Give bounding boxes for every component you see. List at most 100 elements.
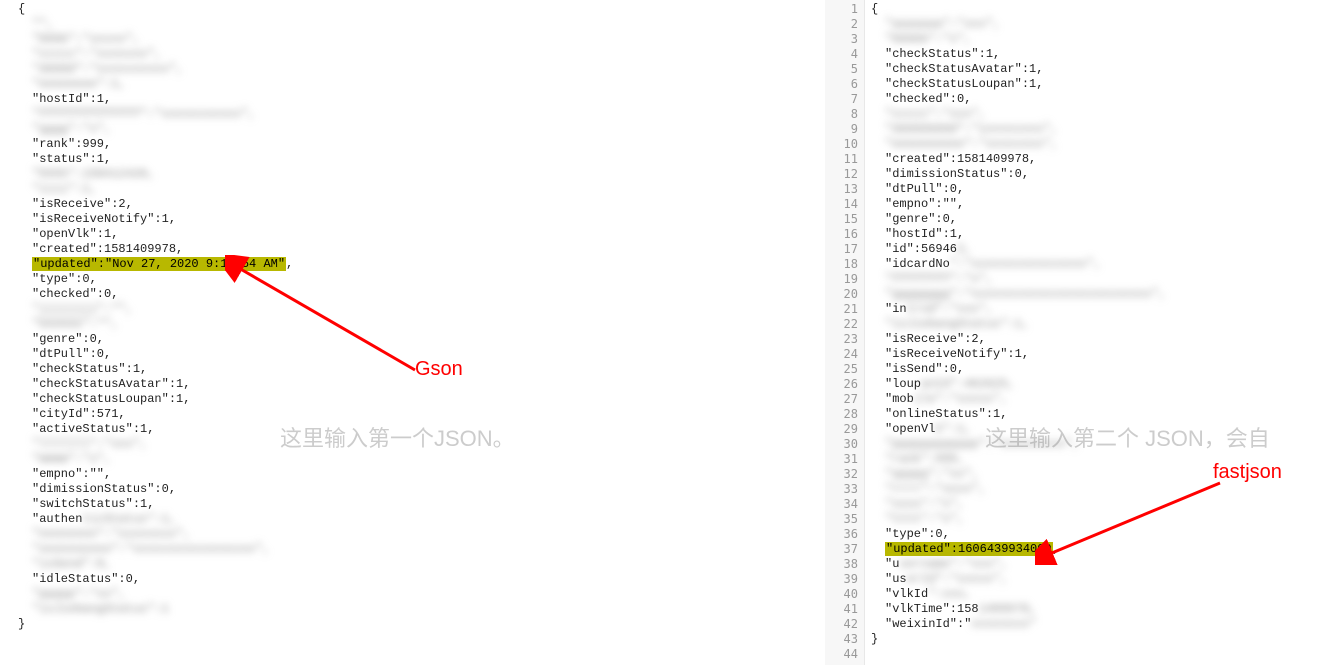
json-line: "ppppp":"xx", <box>18 587 820 602</box>
line-number: 12 <box>825 167 858 182</box>
json-line: "isReceiveNotify":1, <box>18 212 820 227</box>
line-number: 30 <box>825 437 858 452</box>
line-number: 36 <box>825 527 858 542</box>
line-number: 3 <box>825 32 858 47</box>
line-number: 25 <box>825 362 858 377</box>
json-line: "bbbb":"xxxxx", <box>18 32 820 47</box>
json-line: "type":0, <box>18 272 820 287</box>
json-line: "dimissionStatus":0, <box>18 482 820 497</box>
json-line: "eeeeeeee":1, <box>18 77 820 92</box>
json-line: "ccccc":"xxxxxxx", <box>18 47 820 62</box>
left-code-content[interactable]: { "","bbbb":"xxxxx","ccccc":"xxxxxxx","d… <box>0 0 820 632</box>
line-number: 35 <box>825 512 858 527</box>
json-line: "ffffffffffffff":"xxxxxxxxxxx", <box>18 107 820 122</box>
json-line: "eeeeeeeeee":"xxxxxxxx", <box>871 137 1325 152</box>
line-number: 17 <box>825 242 858 257</box>
line-number: 7 <box>825 92 858 107</box>
blank-line <box>871 647 1325 662</box>
line-number: 22 <box>825 317 858 332</box>
json-line: "cityId":571, <box>18 407 820 422</box>
line-number: 42 <box>825 617 858 632</box>
json-line: "empno":"", <box>18 467 820 482</box>
line-number: 10 <box>825 137 858 152</box>
json-line: "dtPull":0, <box>871 182 1325 197</box>
line-number: 15 <box>825 212 858 227</box>
json-brace-close: } <box>18 617 820 632</box>
json-line: "isReceive":2, <box>871 332 1325 347</box>
json-line: "dimissionStatus":0, <box>871 167 1325 182</box>
json-line: "userId":"xxxxx", <box>871 572 1325 587</box>
json-line: "qqqqq":"xx", <box>871 467 1325 482</box>
json-line: "gggggggg":"xxxxxxxxxxxxxxxxxxxxxxxxx", <box>871 287 1325 302</box>
json-line: "authenticStatus":1, <box>18 512 820 527</box>
json-line: "rank":999, <box>18 137 820 152</box>
json-line: "kkkkkk":"", <box>18 317 820 332</box>
json-line: "checkStatusLoupan":1, <box>18 392 820 407</box>
line-number: 19 <box>825 272 858 287</box>
json-brace-open: { <box>871 2 1325 17</box>
json-line: "introd":"xxx", <box>871 302 1325 317</box>
json-line: "ccccc":"xxx", <box>871 107 1325 122</box>
json-line: "vlkId":xxx, <box>871 587 1325 602</box>
line-number: 34 <box>825 497 858 512</box>
json-line: "created":1581409978, <box>871 152 1325 167</box>
json-line: "oooooooooo":"xxxxxxxxxxxxxxxxx", <box>18 542 820 557</box>
json-line: "rank":999, <box>871 452 1325 467</box>
json-line: "ddddddddd":"xxxxxxxxx", <box>871 122 1325 137</box>
json-line: "rrrr":"xxxx", <box>871 482 1325 497</box>
json-line: "hhhh":158412420, <box>18 167 820 182</box>
json-line: "onlineStatus":1, <box>871 407 1325 422</box>
json-line: "type":0, <box>871 527 1325 542</box>
json-line: "activeStatus":1, <box>18 422 820 437</box>
line-number: 31 <box>825 452 858 467</box>
json-line: "isJiebangStatus":1, <box>871 317 1325 332</box>
line-number: 39 <box>825 572 858 587</box>
json-line: "hostId":1, <box>18 92 820 107</box>
json-line: "idleStatus":0, <box>18 572 820 587</box>
json-line: "nnnnnnnn":"xxxxxxxx", <box>18 527 820 542</box>
json-brace-open: { <box>18 2 820 17</box>
json-line: "bbbbb":"x", <box>871 32 1325 47</box>
line-number: 6 <box>825 77 858 92</box>
json-line: "", <box>18 17 820 32</box>
json-line: "updated":"Nov 27, 2020 9:18:54 AM", <box>18 257 820 272</box>
line-number: 23 <box>825 332 858 347</box>
json-line: "username":"xxx", <box>871 557 1325 572</box>
json-line: "isReceive":2, <box>18 197 820 212</box>
json-line: "empno":"", <box>871 197 1325 212</box>
json-line: "checkStatusAvatar":1, <box>18 377 820 392</box>
left-json-editor[interactable]: 这里输入第一个JSON。 { "","bbbb":"xxxxx","ccccc"… <box>0 0 820 665</box>
json-line: "idcardNo":"xxxxxxxxxxxxxxxx", <box>871 257 1325 272</box>
line-number-gutter: 1234567891011121314151617181920212223242… <box>825 0 865 665</box>
json-line: "tttt":"x", <box>871 512 1325 527</box>
line-number: 20 <box>825 287 858 302</box>
line-number: 8 <box>825 107 858 122</box>
json-line: "checkStatus":1, <box>871 47 1325 62</box>
json-line: "status":1, <box>18 152 820 167</box>
line-number: 26 <box>825 377 858 392</box>
json-line: "isJiebangStatus":1 <box>18 602 820 617</box>
line-number: 4 <box>825 47 858 62</box>
line-number: 1 <box>825 2 858 17</box>
json-line: "ddddd":"xxxxxxxxxx", <box>18 62 820 77</box>
line-number: 41 <box>825 602 858 617</box>
json-line: "checkStatus":1, <box>18 362 820 377</box>
json-line: "checked":0, <box>18 287 820 302</box>
json-line: "gggg":"x", <box>18 122 820 137</box>
json-line: "genre":0, <box>871 212 1325 227</box>
json-line: "updated":1606439934000, <box>871 542 1325 557</box>
json-line: "hostId":1, <box>871 227 1325 242</box>
json-line: "pppppppppppp":"xxxxxxxxx", <box>871 437 1325 452</box>
json-line: "mmmm":"x", <box>18 452 820 467</box>
json-line: "openVlk":1, <box>871 422 1325 437</box>
json-line: "aaaaaaa":"xxx", <box>871 17 1325 32</box>
line-number: 28 <box>825 407 858 422</box>
right-code-content[interactable]: { "aaaaaaa":"xxx","bbbbb":"x","checkStat… <box>865 0 1325 665</box>
line-number: 37 <box>825 542 858 557</box>
line-number: 21 <box>825 302 858 317</box>
json-line: "loupanId":462625, <box>871 377 1325 392</box>
json-line: "genre":0, <box>18 332 820 347</box>
json-line: "lllllll":"xxx", <box>18 437 820 452</box>
line-number: 5 <box>825 62 858 77</box>
right-json-editor[interactable]: 这里输入第二个 JSON，会自 123456789101112131415161… <box>825 0 1325 665</box>
